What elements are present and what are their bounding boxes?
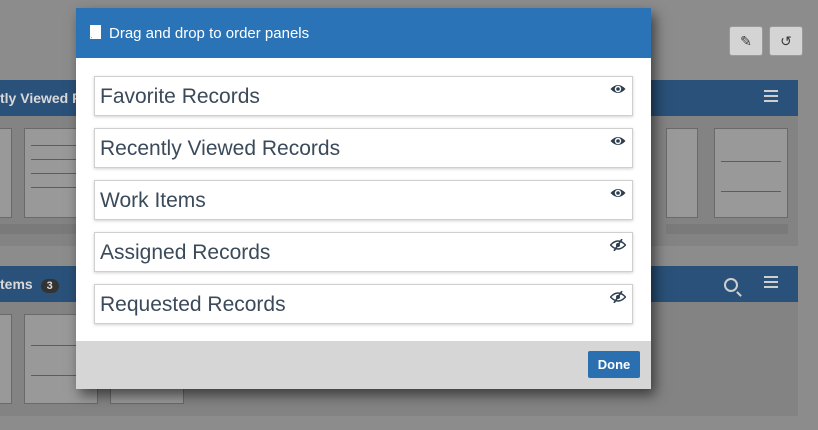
panel-item-label: Recently Viewed Records	[100, 137, 341, 160]
panel-item-assigned-records[interactable]: Assigned Records	[94, 232, 633, 272]
reset-button[interactable]: ↺	[769, 26, 803, 56]
dialog-footer: Done	[76, 341, 651, 389]
eye-slash-icon[interactable]	[610, 239, 626, 251]
horizontal-scrollbar[interactable]	[0, 224, 76, 234]
eye-icon[interactable]	[610, 83, 626, 95]
menu-icon[interactable]	[764, 276, 778, 291]
panel-title: tems	[0, 276, 33, 292]
menu-icon[interactable]	[764, 90, 778, 105]
record-thumbnail[interactable]	[714, 128, 788, 218]
record-thumbnail[interactable]	[0, 128, 12, 218]
panel-order-list: Favorite Records Recently Viewed Records…	[94, 76, 633, 336]
edit-icon: ✎	[740, 32, 752, 49]
panel-item-label: Requested Records	[100, 293, 286, 316]
panel-item-label: Assigned Records	[100, 241, 271, 264]
book-icon	[89, 25, 101, 39]
horizontal-scrollbar[interactable]	[666, 224, 788, 234]
panel-item-recently-viewed-records[interactable]: Recently Viewed Records	[94, 128, 633, 168]
panel-item-label: Work Items	[100, 189, 206, 212]
eye-slash-icon[interactable]	[610, 291, 626, 303]
dialog-header: Drag and drop to order panels	[76, 8, 651, 58]
eye-icon[interactable]	[610, 135, 626, 147]
search-icon[interactable]	[724, 278, 738, 292]
record-thumbnail[interactable]	[0, 314, 12, 404]
panel-title: tly Viewed R	[0, 90, 83, 106]
undo-icon: ↺	[780, 32, 792, 49]
panel-item-requested-records[interactable]: Requested Records	[94, 284, 633, 324]
done-button[interactable]: Done	[588, 351, 640, 378]
eye-icon[interactable]	[610, 187, 626, 199]
record-thumbnail[interactable]	[666, 128, 698, 218]
edit-button[interactable]: ✎	[729, 26, 763, 56]
reorder-panels-dialog: Drag and drop to order panels Favorite R…	[76, 8, 651, 389]
panel-item-work-items[interactable]: Work Items	[94, 180, 633, 220]
count-badge: 3	[40, 279, 59, 293]
panel-item-label: Favorite Records	[100, 85, 260, 108]
dialog-title: Drag and drop to order panels	[109, 25, 310, 42]
panel-item-favorite-records[interactable]: Favorite Records	[94, 76, 633, 116]
